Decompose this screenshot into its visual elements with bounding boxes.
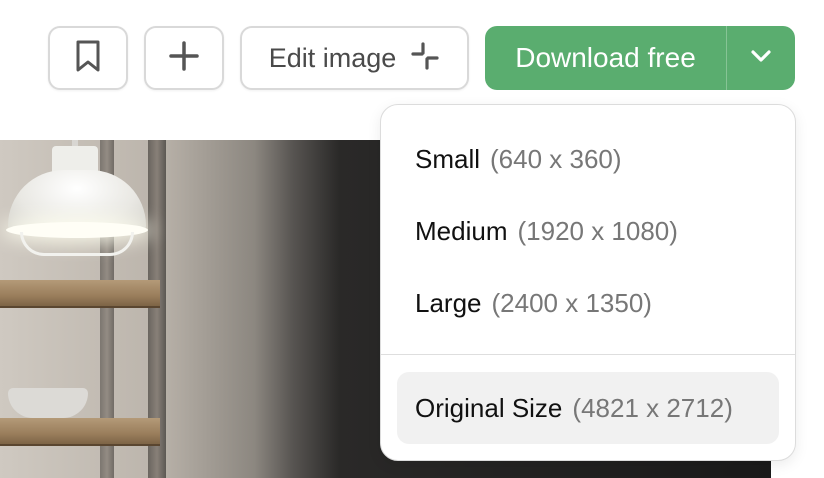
menu-item-medium[interactable]: Medium (1920 x 1080) (397, 195, 779, 267)
size-name: Small (415, 143, 481, 174)
size-dimensions: (2400 x 1350) (491, 287, 652, 318)
edit-image-label: Edit image (268, 42, 397, 73)
bookmark-icon (75, 40, 101, 77)
download-free-button[interactable]: Download free (485, 26, 726, 90)
size-dimensions: (640 x 360) (490, 143, 622, 174)
size-dimensions: (1920 x 1080) (517, 215, 678, 246)
size-name: Original Size (415, 392, 563, 423)
plus-icon (169, 40, 199, 76)
photo-shelf (0, 280, 160, 308)
size-dimensions: (4821 x 2712) (572, 392, 733, 423)
download-size-menu: Small (640 x 360) Medium (1920 x 1080) L… (380, 104, 796, 461)
photo-shelf (0, 418, 160, 446)
download-options-toggle[interactable] (727, 26, 795, 90)
menu-divider (381, 354, 795, 355)
photo-lamp-cage (20, 232, 134, 256)
size-name: Large (415, 287, 482, 318)
edit-image-button[interactable]: Edit image (240, 26, 469, 90)
menu-item-small[interactable]: Small (640 x 360) (397, 123, 779, 195)
photo-bowl (8, 388, 88, 418)
size-name: Medium (415, 215, 508, 246)
download-split-button: Download free (485, 26, 795, 90)
menu-item-large[interactable]: Large (2400 x 1350) (397, 267, 779, 339)
crop-sparkle-icon (410, 41, 440, 76)
menu-item-original-size[interactable]: Original Size (4821 x 2712) (397, 372, 779, 444)
chevron-down-icon (749, 48, 773, 69)
add-to-collection-button[interactable] (144, 26, 224, 90)
bookmark-button[interactable] (48, 26, 128, 90)
